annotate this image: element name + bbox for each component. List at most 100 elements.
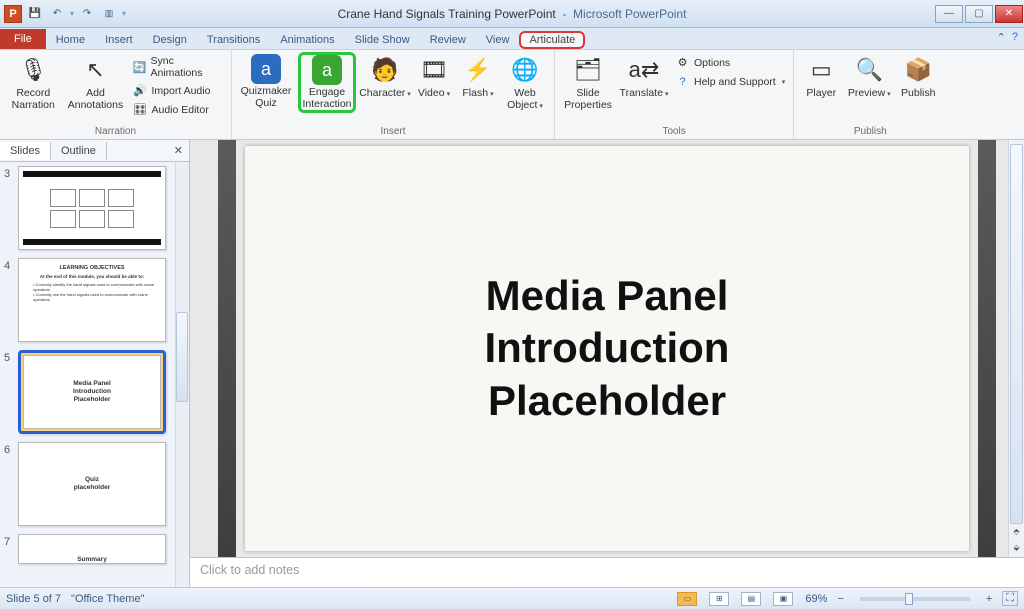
thumb-row[interactable]: 7 Summary (4, 534, 187, 564)
engage-interaction-button[interactable]: a Engage Interaction (298, 52, 356, 113)
tools-small-buttons: ⚙Options ?Help and Support▾ (673, 52, 787, 90)
thumbnails-scrollbar[interactable] (175, 162, 189, 587)
publish-icon: 📦 (902, 54, 934, 86)
save-icon[interactable]: 💾 (26, 5, 44, 23)
thumb-row[interactable]: 6 Quiz placeholder (4, 442, 187, 526)
window-controls: — ▢ ✕ (934, 5, 1024, 23)
next-slide-button[interactable]: ⬙ (1009, 539, 1024, 555)
add-annotations-button[interactable]: ↖ Add Annotations (64, 52, 126, 111)
view-reading-button[interactable]: ▤ (741, 592, 761, 606)
scrollbar-handle[interactable] (1010, 144, 1023, 524)
translate-button[interactable]: a⇄ Translate▾ (619, 52, 669, 100)
fit-to-window-button[interactable]: ⛶ (1002, 591, 1018, 606)
publish-button[interactable]: 📦 Publish (896, 52, 940, 100)
qat-caret-icon[interactable]: ▾ (70, 9, 74, 18)
slides-panel: Slides Outline ✕ 3 4 (0, 140, 190, 587)
help-icon[interactable]: ? (1012, 31, 1018, 44)
tab-home[interactable]: Home (46, 31, 95, 49)
record-narration-button[interactable]: 🎙 Record Narration (6, 52, 60, 111)
group-label-tools: Tools (561, 125, 787, 139)
close-button[interactable]: ✕ (995, 5, 1023, 23)
qat-dropdown-icon[interactable]: ▾ (122, 9, 126, 18)
help-icon: ? (675, 74, 690, 89)
cursor-icon: ↖ (79, 54, 111, 86)
slide-canvas[interactable]: Media Panel Introduction Placeholder (245, 146, 969, 551)
tab-insert[interactable]: Insert (95, 31, 143, 49)
ribbon-minimize-icon[interactable]: ⌃ (997, 31, 1006, 44)
view-sorter-button[interactable]: ⊞ (709, 592, 729, 606)
side-panel-close-icon[interactable]: ✕ (168, 144, 189, 157)
window-title: Crane Hand Signals Training PowerPoint -… (0, 7, 1024, 21)
slide-placeholder-text[interactable]: Media Panel Introduction Placeholder (485, 270, 730, 428)
thumb-row[interactable]: 4 LEARNING OBJECTIVES At the end of this… (4, 258, 187, 342)
engage-icon: a (312, 55, 342, 85)
thumb-row[interactable]: 3 (4, 166, 187, 250)
editor-vertical-scrollbar[interactable]: ⬘ ⬙ (1008, 140, 1024, 557)
zoom-slider-knob[interactable] (905, 593, 913, 605)
preview-button[interactable]: 🔍 Preview▾ (846, 52, 892, 100)
options-button[interactable]: ⚙Options (673, 54, 787, 71)
slide-rail-left (218, 140, 236, 557)
zoom-out-button[interactable]: − (837, 593, 843, 605)
tab-animations[interactable]: Animations (270, 31, 344, 49)
status-bar: Slide 5 of 7 "Office Theme" ▭ ⊞ ▤ ▣ 69% … (0, 587, 1024, 609)
sync-animations-button[interactable]: 🔄Sync Animations (130, 54, 225, 80)
tab-design[interactable]: Design (143, 31, 197, 49)
prev-slide-button[interactable]: ⬘ (1009, 523, 1024, 539)
audio-editor-button[interactable]: 🎛Audio Editor (130, 101, 225, 118)
thumb-number: 6 (4, 442, 18, 526)
scrollbar-handle[interactable] (176, 312, 188, 402)
thumb-slide-3[interactable] (18, 166, 166, 250)
translate-icon: a⇄ (628, 54, 660, 86)
app-icon: P (4, 5, 22, 23)
zoom-in-button[interactable]: + (986, 593, 992, 605)
import-audio-button[interactable]: 🔊Import Audio (130, 82, 225, 99)
view-slideshow-button[interactable]: ▣ (773, 592, 793, 606)
chevron-down-icon: ▾ (665, 91, 669, 98)
zoom-level[interactable]: 69% (805, 593, 827, 605)
thumb-row[interactable]: 5 Media Panel Introduction Placeholder (4, 350, 187, 434)
tab-slideshow[interactable]: Slide Show (345, 31, 420, 49)
quizmaker-button[interactable]: a Quizmaker Quiz (238, 52, 294, 109)
view-normal-button[interactable]: ▭ (677, 592, 697, 606)
player-icon: ▭ (805, 54, 837, 86)
flash-button[interactable]: ⚡ Flash▾ (458, 52, 498, 100)
thumb-slide-5-selected[interactable]: Media Panel Introduction Placeholder (18, 350, 166, 434)
side-tab-outline[interactable]: Outline (51, 142, 107, 160)
thumb-slide-6[interactable]: Quiz placeholder (18, 442, 166, 526)
import-audio-icon: 🔊 (132, 83, 147, 98)
web-object-button[interactable]: 🌐 Web Object▾ (502, 52, 548, 111)
thumbnails-list[interactable]: 3 4 LEARNING OBJECTIVES At the end of th… (0, 162, 189, 587)
thumb-slide-4[interactable]: LEARNING OBJECTIVES At the end of this m… (18, 258, 166, 342)
ribbon-tabs: File Home Insert Design Transitions Anim… (0, 28, 1024, 50)
character-button[interactable]: 🧑 Character▾ (360, 52, 410, 100)
notes-pane[interactable]: Click to add notes (190, 557, 1024, 587)
preview-icon: 🔍 (853, 54, 885, 86)
video-button[interactable]: 🎞 Video▾ (414, 52, 454, 100)
flash-icon: ⚡ (462, 54, 494, 86)
group-tools: 🗂 Slide Properties a⇄ Translate▾ ⚙Option… (555, 50, 794, 139)
redo-icon[interactable]: ↷ (78, 5, 96, 23)
minimize-button[interactable]: — (935, 5, 963, 23)
undo-icon[interactable]: ↶ (48, 5, 66, 23)
tab-file[interactable]: File (0, 29, 46, 49)
video-icon: 🎞 (418, 54, 450, 86)
chevron-down-icon: ▾ (490, 91, 494, 98)
tab-transitions[interactable]: Transitions (197, 31, 270, 49)
sync-icon: 🔄 (132, 60, 146, 75)
side-tab-slides[interactable]: Slides (0, 142, 51, 160)
group-label-publish: Publish (800, 125, 940, 139)
help-support-button[interactable]: ?Help and Support▾ (673, 73, 787, 90)
chevron-down-icon: ▾ (887, 91, 891, 98)
slide-properties-button[interactable]: 🗂 Slide Properties (561, 52, 615, 111)
qat-extra-icon[interactable]: ▥ (100, 5, 118, 23)
thumb-number: 5 (4, 350, 18, 434)
tab-review[interactable]: Review (420, 31, 476, 49)
player-button[interactable]: ▭ Player (800, 52, 842, 100)
tab-articulate[interactable]: Articulate (519, 31, 585, 49)
zoom-slider[interactable] (860, 597, 970, 601)
tab-view[interactable]: View (476, 31, 520, 49)
maximize-button[interactable]: ▢ (965, 5, 993, 23)
status-slide-number: Slide 5 of 7 (6, 593, 61, 605)
thumb-slide-7[interactable]: Summary (18, 534, 166, 564)
